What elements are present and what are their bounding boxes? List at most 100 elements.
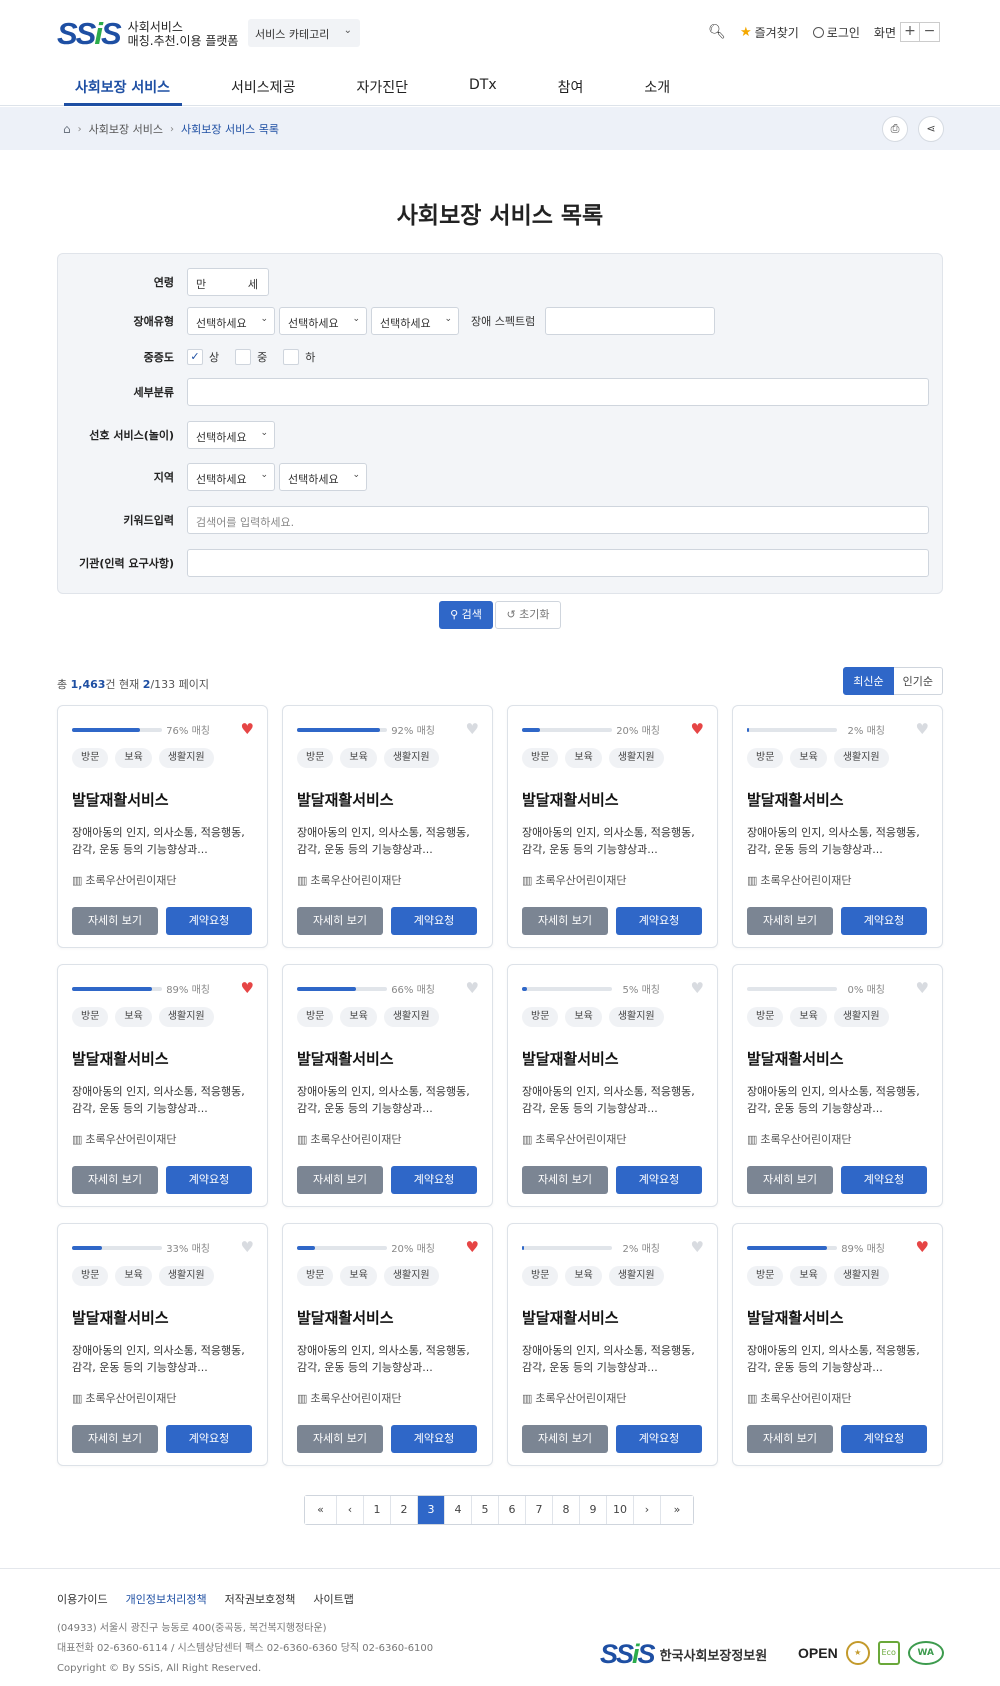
page-4-button[interactable]: 4 bbox=[445, 1496, 472, 1524]
region-select-1[interactable]: 선택하세요 ⌄ bbox=[187, 463, 275, 491]
disability-type-select-2[interactable]: 선택하세요 ⌄ bbox=[279, 307, 367, 335]
card-title[interactable]: 발달재활서비스 bbox=[747, 1307, 844, 1328]
detail-button[interactable]: 자세히 보기 bbox=[72, 1425, 158, 1453]
card-title[interactable]: 발달재활서비스 bbox=[747, 789, 844, 810]
nav-about[interactable]: 소개 bbox=[632, 77, 682, 106]
heart-icon[interactable]: ♥ bbox=[916, 979, 929, 997]
contract-request-button[interactable]: 계약요청 bbox=[391, 1425, 477, 1453]
page-3-button[interactable]: 3 bbox=[418, 1496, 445, 1524]
nav-participation[interactable]: 참여 bbox=[546, 77, 596, 106]
reset-button[interactable]: ↺ 초기화 bbox=[495, 601, 561, 629]
search-button[interactable]: ⚲ 검색 bbox=[439, 601, 493, 629]
zoom-out-button[interactable]: − bbox=[920, 22, 940, 42]
severity-option-2[interactable]: 하 bbox=[283, 349, 315, 365]
heart-icon[interactable]: ♥ bbox=[916, 1238, 929, 1256]
favorites-link[interactable]: ★ 즐겨찾기 bbox=[740, 24, 799, 41]
severity-option-0[interactable]: ✓ 상 bbox=[187, 349, 219, 365]
breadcrumb-level1[interactable]: 사회보장 서비스 bbox=[89, 121, 163, 137]
last-page-button[interactable]: » bbox=[661, 1496, 693, 1524]
site-logo[interactable]: SSiS 사회서비스 매칭.추천.이용 플랫폼 bbox=[57, 16, 238, 52]
nav-service-provide[interactable]: 서비스제공 bbox=[219, 77, 307, 106]
first-page-button[interactable]: « bbox=[305, 1496, 337, 1524]
checkbox-checked-icon[interactable]: ✓ bbox=[187, 349, 203, 365]
heart-icon[interactable]: ♥ bbox=[241, 1238, 254, 1256]
disability-type-select-3[interactable]: 선택하세요 ⌄ bbox=[371, 307, 459, 335]
detail-button[interactable]: 자세히 보기 bbox=[297, 1166, 383, 1194]
detail-button[interactable]: 자세히 보기 bbox=[72, 1166, 158, 1194]
card-title[interactable]: 발달재활서비스 bbox=[522, 789, 619, 810]
region-select-2[interactable]: 선택하세요 ⌄ bbox=[279, 463, 367, 491]
contract-request-button[interactable]: 계약요청 bbox=[166, 1166, 252, 1194]
contract-request-button[interactable]: 계약요청 bbox=[391, 1166, 477, 1194]
heart-icon[interactable]: ♥ bbox=[691, 720, 704, 738]
page-10-button[interactable]: 10 bbox=[607, 1496, 634, 1524]
page-2-button[interactable]: 2 bbox=[391, 1496, 418, 1524]
footer-link[interactable]: 사이트맵 bbox=[313, 1591, 353, 1607]
contract-request-button[interactable]: 계약요청 bbox=[391, 907, 477, 935]
spectrum-input[interactable] bbox=[545, 307, 716, 335]
footer-link[interactable]: 저작권보호정책 bbox=[225, 1591, 296, 1607]
prev-page-button[interactable]: ‹ bbox=[337, 1496, 364, 1524]
page-6-button[interactable]: 6 bbox=[499, 1496, 526, 1524]
preferred-service-select[interactable]: 선택하세요 ⌄ bbox=[187, 421, 275, 449]
page-8-button[interactable]: 8 bbox=[553, 1496, 580, 1524]
checkbox-icon[interactable] bbox=[235, 349, 252, 365]
card-title[interactable]: 발달재활서비스 bbox=[522, 1048, 619, 1069]
sort-latest-button[interactable]: 최신순 bbox=[843, 667, 894, 695]
heart-icon[interactable]: ♥ bbox=[466, 979, 479, 997]
next-page-button[interactable]: › bbox=[634, 1496, 661, 1524]
detail-button[interactable]: 자세히 보기 bbox=[522, 1425, 608, 1453]
contract-request-button[interactable]: 계약요청 bbox=[616, 907, 702, 935]
page-1-button[interactable]: 1 bbox=[364, 1496, 391, 1524]
heart-icon[interactable]: ♥ bbox=[241, 979, 254, 997]
page-9-button[interactable]: 9 bbox=[580, 1496, 607, 1524]
contract-request-button[interactable]: 계약요청 bbox=[841, 1425, 927, 1453]
contract-request-button[interactable]: 계약요청 bbox=[841, 907, 927, 935]
card-title[interactable]: 발달재활서비스 bbox=[72, 1307, 169, 1328]
nav-social-security[interactable]: 사회보장 서비스 bbox=[64, 77, 183, 106]
card-title[interactable]: 발달재활서비스 bbox=[747, 1048, 844, 1069]
detail-button[interactable]: 자세히 보기 bbox=[297, 907, 383, 935]
heart-icon[interactable]: ♥ bbox=[691, 1238, 704, 1256]
card-title[interactable]: 발달재활서비스 bbox=[297, 1307, 394, 1328]
severity-option-1[interactable]: 중 bbox=[235, 349, 267, 365]
sort-popular-button[interactable]: 인기순 bbox=[893, 667, 943, 695]
heart-icon[interactable]: ♥ bbox=[916, 720, 929, 738]
age-input[interactable]: 만 세 bbox=[187, 268, 269, 296]
detail-button[interactable]: 자세히 보기 bbox=[297, 1425, 383, 1453]
keyword-input[interactable]: 검색어를 입력하세요. bbox=[187, 506, 929, 534]
detail-button[interactable]: 자세히 보기 bbox=[72, 907, 158, 935]
login-link[interactable]: 로그인 bbox=[812, 24, 860, 41]
disability-type-select-1[interactable]: 선택하세요 ⌄ bbox=[187, 307, 275, 335]
share-icon[interactable]: ⋖ bbox=[918, 116, 944, 142]
detail-button[interactable]: 자세히 보기 bbox=[747, 1425, 833, 1453]
checkbox-icon[interactable] bbox=[283, 349, 300, 365]
card-title[interactable]: 발달재활서비스 bbox=[522, 1307, 619, 1328]
contract-request-button[interactable]: 계약요청 bbox=[616, 1166, 702, 1194]
nav-self-diagnosis[interactable]: 자가진단 bbox=[344, 77, 420, 106]
detail-button[interactable]: 자세히 보기 bbox=[522, 907, 608, 935]
service-category-select[interactable]: 서비스 카테고리 ⌄ bbox=[248, 19, 360, 47]
heart-icon[interactable]: ♥ bbox=[466, 720, 479, 738]
card-title[interactable]: 발달재활서비스 bbox=[72, 1048, 169, 1069]
search-icon[interactable]: 🔍︎ bbox=[708, 24, 726, 40]
card-title[interactable]: 발달재활서비스 bbox=[72, 789, 169, 810]
detail-button[interactable]: 자세히 보기 bbox=[747, 907, 833, 935]
org-requirement-input[interactable] bbox=[187, 549, 929, 577]
footer-link[interactable]: 이용가이드 bbox=[57, 1591, 108, 1607]
contract-request-button[interactable]: 계약요청 bbox=[841, 1166, 927, 1194]
contract-request-button[interactable]: 계약요청 bbox=[166, 907, 252, 935]
zoom-in-button[interactable]: + bbox=[900, 22, 920, 42]
footer-link[interactable]: 개인정보처리정책 bbox=[126, 1591, 207, 1607]
detail-button[interactable]: 자세히 보기 bbox=[522, 1166, 608, 1194]
subcategory-input[interactable] bbox=[187, 378, 929, 406]
print-icon[interactable]: ⎙ bbox=[882, 116, 908, 142]
card-title[interactable]: 발달재활서비스 bbox=[297, 1048, 394, 1069]
nav-dtx[interactable]: DTx bbox=[457, 77, 509, 106]
card-title[interactable]: 발달재활서비스 bbox=[297, 789, 394, 810]
heart-icon[interactable]: ♥ bbox=[241, 720, 254, 738]
page-5-button[interactable]: 5 bbox=[472, 1496, 499, 1524]
heart-icon[interactable]: ♥ bbox=[691, 979, 704, 997]
heart-icon[interactable]: ♥ bbox=[466, 1238, 479, 1256]
contract-request-button[interactable]: 계약요청 bbox=[166, 1425, 252, 1453]
